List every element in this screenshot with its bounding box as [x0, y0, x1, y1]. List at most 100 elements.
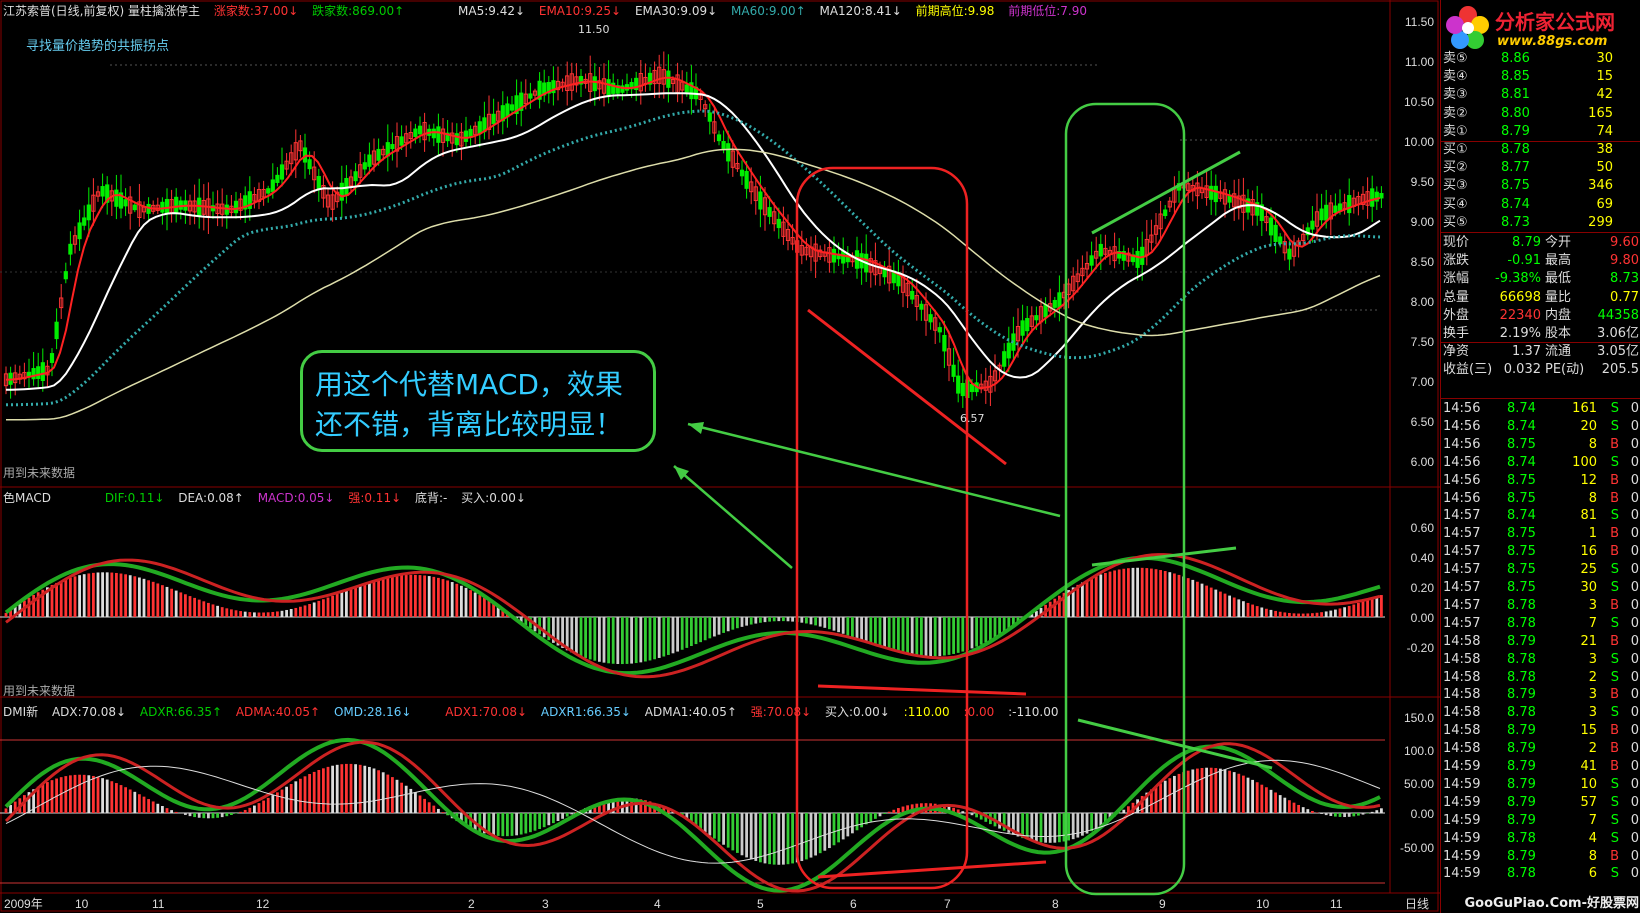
candle-body	[942, 334, 947, 352]
tick-price: 8.74	[1507, 508, 1536, 524]
dmi-bar	[1251, 779, 1254, 813]
tick-price: 8.78	[1507, 669, 1536, 685]
tick-flag: 0	[1630, 669, 1639, 685]
macd-axis-tick: 0.20	[1411, 581, 1435, 595]
macd-bar	[791, 617, 794, 622]
order-level: 买①	[1443, 142, 1468, 157]
bid-row: 买⑤ 8.73 299	[1441, 214, 1640, 232]
date-axis-tick: 2	[468, 897, 475, 911]
dmi-bar	[220, 813, 224, 818]
dmi-bar	[230, 813, 233, 815]
date-axis-tick: 11	[152, 897, 165, 911]
tick-row: 14:57 8.75 30 S 0	[1441, 579, 1640, 596]
dmi-bar	[1292, 802, 1296, 813]
macd-bar	[1219, 591, 1222, 617]
dmi-bar	[1343, 813, 1346, 818]
macd-bar	[1099, 574, 1103, 617]
macd-bar	[910, 617, 914, 656]
tick-time: 14:58	[1443, 705, 1481, 721]
macd-bar	[1186, 578, 1190, 617]
tick-side: B	[1610, 848, 1619, 864]
candle-body	[463, 130, 469, 142]
macd-bar	[423, 575, 426, 617]
adxr-value: ADXR:66.35↑	[139, 705, 223, 719]
date-axis-tick: 9	[1159, 897, 1166, 911]
order-volume: 42	[1596, 87, 1613, 103]
tick-flag: 0	[1630, 633, 1639, 649]
dmi-bar	[524, 813, 528, 834]
chart-canvas[interactable]: 11.50 11.00 10.50 10.00 9.50 9.00 8.50 8…	[0, 0, 1440, 913]
macd-bar	[933, 617, 937, 657]
macd-bar	[363, 583, 367, 617]
date-axis-tick: 10	[1256, 897, 1270, 911]
ask-row: 卖③ 8.81 42	[1441, 86, 1640, 104]
candle-body	[841, 250, 846, 264]
candle-body	[1163, 209, 1168, 217]
macd-bar	[874, 617, 877, 646]
macd-bar	[280, 610, 284, 617]
macd-bar	[593, 617, 597, 661]
tick-flag: 0	[1630, 759, 1639, 774]
dmi-bar	[363, 765, 367, 813]
candle-body	[1209, 185, 1214, 200]
tick-volume: 30	[1580, 580, 1597, 595]
candle-body	[454, 133, 459, 146]
macd-bar	[832, 617, 836, 631]
candle-body	[1324, 204, 1329, 221]
quote-label: 流通	[1545, 344, 1572, 360]
dmi-bar	[119, 785, 123, 813]
macd-bar	[745, 617, 748, 626]
macd-bar	[1113, 570, 1116, 617]
macd-bar	[607, 617, 610, 664]
dmi-bar	[188, 813, 192, 817]
dmi-bar	[814, 813, 817, 856]
macd-bar	[611, 617, 615, 664]
quote-label: 外盘	[1443, 307, 1470, 323]
tick-price: 8.75	[1507, 526, 1536, 542]
macd-indicator-name: 色MACD	[3, 491, 51, 505]
candle-body	[1213, 185, 1218, 203]
candle-body	[477, 121, 482, 134]
dmi-bar	[386, 774, 390, 813]
dmi-bar	[1274, 792, 1277, 813]
macd-bar	[717, 617, 721, 635]
candle-body	[758, 191, 763, 210]
candle-body	[951, 364, 956, 377]
tick-time: 14:59	[1443, 866, 1481, 882]
macd-bar	[1196, 581, 1199, 617]
high-price-label: 11.50	[578, 23, 610, 36]
macd-bar	[73, 576, 77, 617]
macd-bar	[906, 617, 909, 655]
dmi-bar	[41, 784, 45, 813]
dmi-bar	[1283, 797, 1287, 813]
dmi-header: DMI新 ADX:70.08↓ ADXR:66.35↑ ADMA:40.05↑ …	[3, 705, 1068, 719]
tick-row: 14:59 8.78 4 S 0	[1441, 830, 1640, 847]
macd-bar	[1237, 599, 1241, 617]
candle-body	[164, 198, 170, 215]
price-axis-tick: 11.00	[1405, 55, 1434, 69]
macd-bar	[639, 617, 643, 663]
quote-row: 换手 2.19% 股本 3.06亿	[1441, 325, 1640, 343]
dmi-bar	[887, 811, 891, 813]
order-level: 卖②	[1443, 105, 1468, 121]
main-chart-header: 江苏索普(日线,前复权) 量柱擒涨停主 涨家数:37.00↓ 跌家数:869.0…	[3, 4, 1097, 18]
tick-price: 8.75	[1507, 472, 1536, 488]
macd-bar	[786, 617, 790, 622]
dmi-bar	[349, 763, 353, 813]
ema10-value: EMA10:9.25↓	[538, 4, 622, 18]
dmi-bar	[423, 798, 426, 813]
dmi-bar	[289, 784, 293, 813]
price-axis-tick: 9.00	[1411, 215, 1435, 229]
quote-label: 涨跌	[1443, 253, 1470, 269]
quote-label: 内盘	[1545, 307, 1572, 323]
dmi-buy-value: 买入:0.00↓	[825, 705, 890, 719]
dmi-bar	[46, 782, 49, 813]
macd-bar	[1343, 607, 1346, 617]
macd-bar	[432, 576, 436, 617]
dmi-bar	[717, 813, 721, 842]
dmi-bar	[759, 813, 762, 863]
bid-row: 买① 8.78 38	[1441, 141, 1640, 159]
tick-price: 8.75	[1507, 562, 1536, 578]
candle-body	[528, 93, 533, 99]
tick-row: 14:56 8.74 161 S 0	[1441, 400, 1640, 417]
